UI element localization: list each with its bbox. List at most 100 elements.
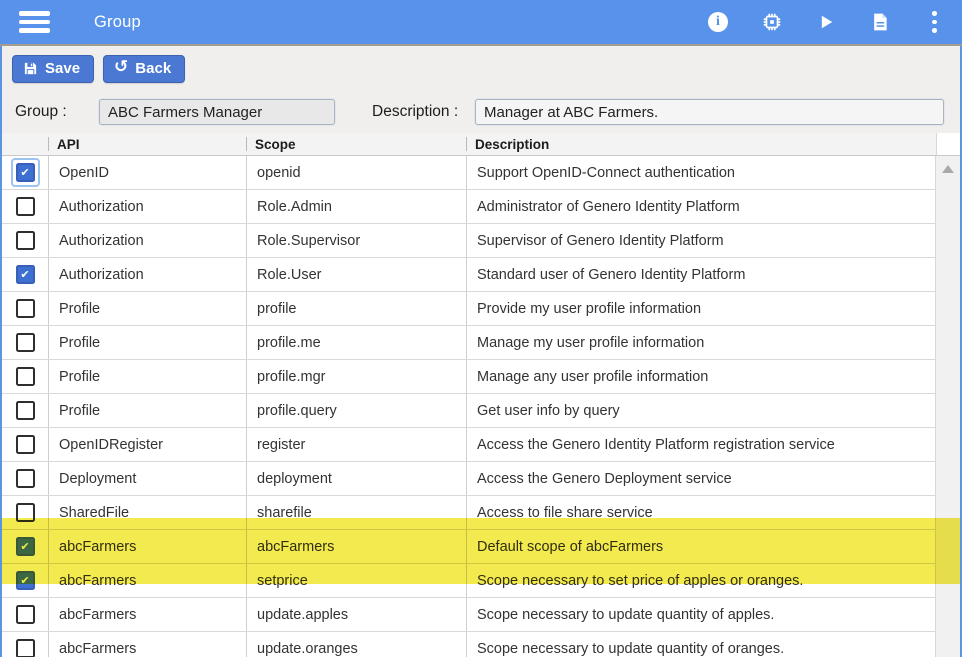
row-checkbox[interactable] <box>16 367 35 386</box>
info-icon[interactable]: i <box>707 11 729 33</box>
scope-cell[interactable]: profile.query <box>246 394 466 427</box>
description-cell[interactable]: Access the Genero Deployment service <box>466 462 935 495</box>
row-checkbox[interactable] <box>16 537 35 556</box>
table-row[interactable]: Profile profile.query Get user info by q… <box>2 394 935 428</box>
table-row[interactable]: SharedFile sharefile Access to file shar… <box>2 496 935 530</box>
scope-cell[interactable]: setprice <box>246 564 466 597</box>
vertical-scrollbar[interactable] <box>935 156 960 657</box>
row-checkbox[interactable] <box>16 605 35 624</box>
api-cell[interactable]: abcFarmers <box>48 598 246 631</box>
table-row[interactable]: OpenIDRegister register Access the Gener… <box>2 428 935 462</box>
row-checkbox[interactable] <box>16 639 35 657</box>
group-input[interactable]: ABC Farmers Manager <box>99 99 335 125</box>
api-cell[interactable]: abcFarmers <box>48 530 246 563</box>
api-cell[interactable]: abcFarmers <box>48 564 246 597</box>
description-cell[interactable]: Administrator of Genero Identity Platfor… <box>466 190 935 223</box>
description-cell[interactable]: Manage any user profile information <box>466 360 935 393</box>
table-row[interactable]: abcFarmers update.apples Scope necessary… <box>2 598 935 632</box>
api-cell[interactable]: Authorization <box>48 190 246 223</box>
scope-cell[interactable]: sharefile <box>246 496 466 529</box>
description-input[interactable]: Manager at ABC Farmers. <box>475 99 944 125</box>
checkbox-focus-ring <box>11 158 40 187</box>
api-cell[interactable]: Authorization <box>48 224 246 257</box>
api-cell[interactable]: SharedFile <box>48 496 246 529</box>
description-cell[interactable]: Provide my user profile information <box>466 292 935 325</box>
checkbox-focus-ring <box>11 396 40 425</box>
table-row[interactable]: abcFarmers setprice Scope necessary to s… <box>2 564 935 598</box>
table-row[interactable]: abcFarmers abcFarmers Default scope of a… <box>2 530 935 564</box>
scope-cell[interactable]: update.apples <box>246 598 466 631</box>
description-cell[interactable]: Scope necessary to update quantity of or… <box>466 632 935 657</box>
api-cell[interactable]: Profile <box>48 394 246 427</box>
api-cell[interactable]: abcFarmers <box>48 632 246 657</box>
scope-column-header[interactable]: Scope <box>246 133 466 155</box>
description-cell[interactable]: Scope necessary to update quantity of ap… <box>466 598 935 631</box>
table-row[interactable]: Profile profile.me Manage my user profil… <box>2 326 935 360</box>
row-checkbox-cell <box>2 462 48 495</box>
row-checkbox[interactable] <box>16 265 35 284</box>
scope-cell[interactable]: Role.Admin <box>246 190 466 223</box>
play-icon[interactable] <box>815 11 837 33</box>
scope-cell[interactable]: update.oranges <box>246 632 466 657</box>
scope-cell[interactable]: register <box>246 428 466 461</box>
table-row[interactable]: Authorization Role.Supervisor Supervisor… <box>2 224 935 258</box>
row-checkbox-cell <box>2 428 48 461</box>
api-cell[interactable]: Profile <box>48 326 246 359</box>
scope-cell[interactable]: profile.mgr <box>246 360 466 393</box>
description-cell[interactable]: Supervisor of Genero Identity Platform <box>466 224 935 257</box>
table-row[interactable]: Authorization Role.Admin Administrator o… <box>2 190 935 224</box>
kebab-menu-icon[interactable] <box>923 11 945 33</box>
scope-cell[interactable]: profile.me <box>246 326 466 359</box>
description-column-header[interactable]: Description <box>466 133 936 155</box>
row-checkbox[interactable] <box>16 197 35 216</box>
api-cell[interactable]: OpenID <box>48 156 246 189</box>
back-button[interactable]: ↺ Back <box>103 55 185 83</box>
row-checkbox[interactable] <box>16 299 35 318</box>
api-cell[interactable]: Profile <box>48 360 246 393</box>
scope-cell[interactable]: openid <box>246 156 466 189</box>
row-checkbox[interactable] <box>16 401 35 420</box>
table-row[interactable]: Authorization Role.User Standard user of… <box>2 258 935 292</box>
api-column-header[interactable]: API <box>48 133 246 155</box>
row-checkbox-cell <box>2 190 48 223</box>
table-row[interactable]: Deployment deployment Access the Genero … <box>2 462 935 496</box>
description-cell[interactable]: Manage my user profile information <box>466 326 935 359</box>
save-button[interactable]: Save <box>12 55 94 83</box>
api-cell[interactable]: Profile <box>48 292 246 325</box>
table-row[interactable]: abcFarmers update.oranges Scope necessar… <box>2 632 935 657</box>
api-cell[interactable]: OpenIDRegister <box>48 428 246 461</box>
description-cell[interactable]: Access to file share service <box>466 496 935 529</box>
back-arrow-icon: ↺ <box>114 59 128 76</box>
checkbox-focus-ring <box>11 532 40 561</box>
description-cell[interactable]: Access the Genero Identity Platform regi… <box>466 428 935 461</box>
scope-cell[interactable]: profile <box>246 292 466 325</box>
scope-cell[interactable]: deployment <box>246 462 466 495</box>
group-field-label: Group : <box>15 103 99 121</box>
description-cell[interactable]: Get user info by query <box>466 394 935 427</box>
row-checkbox[interactable] <box>16 163 35 182</box>
scroll-up-arrow-icon[interactable] <box>942 165 954 173</box>
scope-cell[interactable]: Role.Supervisor <box>246 224 466 257</box>
hamburger-menu-icon[interactable] <box>19 11 50 33</box>
api-cell[interactable]: Deployment <box>48 462 246 495</box>
description-cell[interactable]: Standard user of Genero Identity Platfor… <box>466 258 935 291</box>
document-icon[interactable] <box>869 11 891 33</box>
row-checkbox[interactable] <box>16 503 35 522</box>
scope-cell[interactable]: Role.User <box>246 258 466 291</box>
table-row[interactable]: Profile profile.mgr Manage any user prof… <box>2 360 935 394</box>
row-checkbox-cell <box>2 258 48 291</box>
chip-icon[interactable] <box>761 11 783 33</box>
description-cell[interactable]: Scope necessary to set price of apples o… <box>466 564 935 597</box>
row-checkbox[interactable] <box>16 231 35 250</box>
row-checkbox[interactable] <box>16 435 35 454</box>
api-cell[interactable]: Authorization <box>48 258 246 291</box>
scope-cell[interactable]: abcFarmers <box>246 530 466 563</box>
row-checkbox[interactable] <box>16 571 35 590</box>
description-cell[interactable]: Default scope of abcFarmers <box>466 530 935 563</box>
table-row[interactable]: OpenID openid Support OpenID-Connect aut… <box>2 156 935 190</box>
description-cell[interactable]: Support OpenID-Connect authentication <box>466 156 935 189</box>
row-checkbox-cell <box>2 156 48 189</box>
table-row[interactable]: Profile profile Provide my user profile … <box>2 292 935 326</box>
row-checkbox[interactable] <box>16 333 35 352</box>
row-checkbox[interactable] <box>16 469 35 488</box>
